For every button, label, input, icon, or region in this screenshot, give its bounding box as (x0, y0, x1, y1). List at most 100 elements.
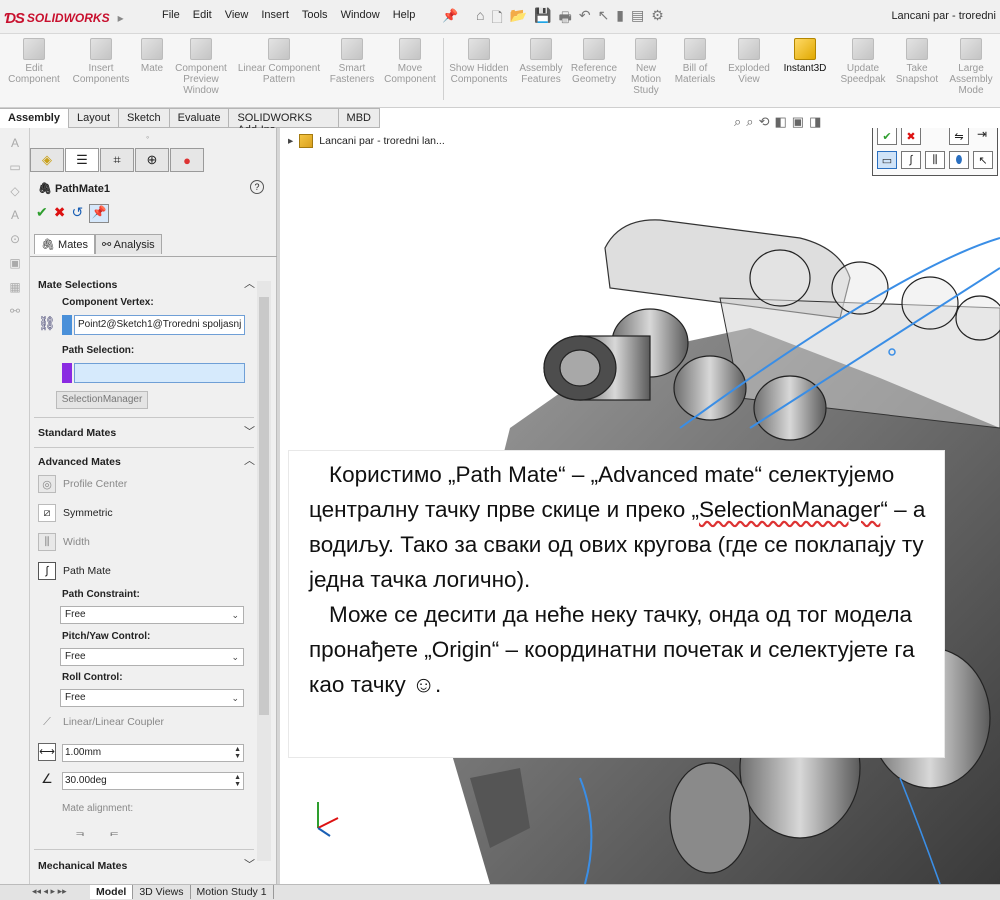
menu-tools[interactable]: Tools (302, 9, 328, 21)
pin-pm-icon[interactable]: 📌 (89, 204, 110, 223)
flip-alignment-icon[interactable]: ⇋ (949, 128, 969, 145)
pm-scrollbar[interactable] (257, 281, 271, 861)
slot-icon[interactable]: ⬮ (949, 151, 969, 169)
section-view-icon[interactable]: ◧ (774, 114, 786, 130)
symmetric-option[interactable]: ⧄ Symmetric (38, 504, 113, 522)
menu-view[interactable]: View (225, 9, 249, 21)
view-orientation-icon[interactable]: ▣ (792, 114, 804, 130)
link-icon[interactable]: ⚯ (7, 304, 23, 320)
path-constraint-select[interactable]: Free ⌄ (60, 606, 244, 624)
tab-model[interactable]: Model (90, 885, 134, 899)
exploded-view-button[interactable]: Exploded View (722, 36, 776, 104)
tab-assembly[interactable]: Assembly (0, 108, 69, 128)
aligned-icon[interactable]: ⫬ (76, 823, 84, 840)
expand-chevron-down-icon[interactable]: ﹀ (244, 423, 255, 439)
width-option[interactable]: ⫼ Width (38, 533, 90, 551)
edit-component-button[interactable]: Edit Component (4, 36, 64, 104)
print-icon[interactable]: 🖶 (559, 7, 572, 31)
profile-center-option[interactable]: ◎ Profile Center (38, 475, 127, 493)
display-style-icon[interactable]: ◨ (809, 114, 821, 130)
rebuild-icon[interactable]: ▮ (616, 7, 624, 31)
open-icon[interactable]: 📂 (510, 7, 527, 31)
instant3d-button[interactable]: Instant3D (778, 36, 832, 104)
mechanical-mates-header[interactable]: Mechanical Mates (38, 860, 127, 872)
component-vertex-field[interactable]: Point2@Sketch1@Troredni spoljasnj (74, 315, 245, 335)
note-icon[interactable]: ▭ (7, 160, 23, 176)
undo-icon[interactable]: ↶ (579, 7, 591, 31)
width-popup-icon[interactable]: ⫼ (925, 151, 945, 169)
path-mate-option[interactable]: ∫ Path Mate (38, 562, 111, 580)
menu-help[interactable]: Help (393, 9, 416, 21)
show-hidden-components-button[interactable]: Show Hidden Components (446, 36, 512, 104)
distance-input[interactable]: 1.00mm ▲ ▼ (62, 744, 244, 762)
spin-arrows-icon[interactable]: ▲ ▼ (234, 746, 241, 760)
dimension-icon[interactable]: ◇ (7, 184, 23, 200)
tab-mbd[interactable]: MBD (338, 108, 380, 128)
menu-insert[interactable]: Insert (261, 9, 289, 21)
configurationmanager-tab-icon[interactable]: ⌗ (100, 148, 134, 172)
assembly-features-button[interactable]: Assembly Features (514, 36, 568, 104)
large-assembly-mode-button[interactable]: Large Assembly Mode (944, 36, 998, 104)
home-icon[interactable]: ⌂ (476, 7, 484, 31)
clip-icon[interactable]: ▣ (7, 256, 23, 272)
collapse-chevron-up-icon[interactable]: ︿ (244, 275, 255, 291)
pin-toolbar-icon[interactable]: ⇥ (977, 128, 987, 141)
ok-check-icon[interactable]: ✔ (36, 204, 48, 223)
smart-fasteners-button[interactable]: Smart Fasteners (326, 36, 378, 104)
menu-window[interactable]: Window (341, 9, 380, 21)
move-component-button[interactable]: Move Component (380, 36, 440, 104)
text-tool-icon[interactable]: A (7, 136, 23, 152)
propertymanager-tab-icon[interactable]: ☰ (65, 148, 99, 172)
displaymanager-tab-icon[interactable]: ● (170, 148, 204, 172)
undo-mate-icon[interactable]: ↺ (71, 204, 83, 223)
tab-analysis[interactable]: ⚯ Analysis (95, 234, 162, 254)
mate-button[interactable]: Mate (136, 36, 168, 104)
tab-evaluate[interactable]: Evaluate (169, 108, 230, 128)
tab-scroll-arrows-icon[interactable]: ◂◂ ◂ ▸ ▸▸ (32, 886, 67, 897)
menu-file[interactable]: File (162, 9, 180, 21)
linear-coupler-option[interactable]: ⟋ Linear/Linear Coupler (38, 713, 164, 731)
grid-icon[interactable]: ▦ (7, 280, 23, 296)
reference-geometry-button[interactable]: Reference Geometry (568, 36, 620, 104)
expand-chevron-down-icon[interactable]: ﹀ (244, 856, 255, 872)
spin-arrows-icon[interactable]: ▲ ▼ (234, 774, 241, 788)
options-gear-icon[interactable]: ⚙ (651, 7, 664, 31)
zoom-to-fit-icon[interactable]: ⌕ (734, 114, 741, 130)
update-speedpak-button[interactable]: Update Speedpak (836, 36, 890, 104)
feature-tree-flyout[interactable]: ▸ Lancani par - troredni lan... (288, 134, 445, 148)
curve-icon[interactable]: ∫ (901, 151, 921, 169)
tab-motion-study-1[interactable]: Motion Study 1 (191, 885, 274, 899)
path-mate-popup-icon[interactable]: ▭ (877, 151, 897, 169)
select-icon[interactable]: ↖ (598, 7, 610, 31)
tab-3d-views[interactable]: 3D Views (133, 885, 191, 899)
tab-solidworks-add-ins[interactable]: SOLIDWORKS Add-Ins (229, 108, 339, 136)
standard-mates-header[interactable]: Standard Mates (38, 427, 116, 439)
selection-manager-button[interactable]: SelectionManager (56, 391, 148, 409)
save-icon[interactable]: 💾 (534, 7, 551, 31)
collapse-handle-icon[interactable]: ◦ (146, 132, 149, 142)
tab-sketch[interactable]: Sketch (119, 108, 170, 128)
featuremanager-tab-icon[interactable]: ◈ (30, 148, 64, 172)
annotation-icon[interactable]: A (7, 208, 23, 224)
dimxpert-tab-icon[interactable]: ⊕ (135, 148, 169, 172)
tab-mates[interactable]: 🖇 Mates (34, 234, 95, 254)
reject-mate-icon[interactable]: ✖ (901, 128, 921, 145)
path-selection-field[interactable] (74, 363, 245, 383)
pointer-icon[interactable]: ↖ (973, 151, 993, 169)
help-icon[interactable]: ? (250, 180, 264, 194)
pin-menu-icon[interactable]: 📌 (442, 8, 458, 24)
tab-layout[interactable]: Layout (68, 108, 120, 128)
take-snapshot-button[interactable]: Take Snapshot (892, 36, 942, 104)
menu-edit[interactable]: Edit (193, 9, 212, 21)
linear-component-pattern-button[interactable]: Linear Component Pattern (234, 36, 324, 104)
component-preview-window-button[interactable]: Component Preview Window (170, 36, 232, 104)
zoom-area-icon[interactable]: ⌕ (746, 114, 753, 130)
balloon-icon[interactable]: ⊙ (7, 232, 23, 248)
pitch-yaw-select[interactable]: Free ⌄ (60, 648, 244, 666)
previous-view-icon[interactable]: ⟲ (759, 114, 770, 130)
anti-aligned-icon[interactable]: ⫭ (110, 823, 118, 840)
insert-components-button[interactable]: Insert Components (66, 36, 136, 104)
expand-arrow-icon[interactable]: ▸ (288, 135, 293, 147)
cancel-x-icon[interactable]: ✖ (54, 204, 66, 223)
pm-scroll-thumb[interactable] (259, 297, 269, 715)
